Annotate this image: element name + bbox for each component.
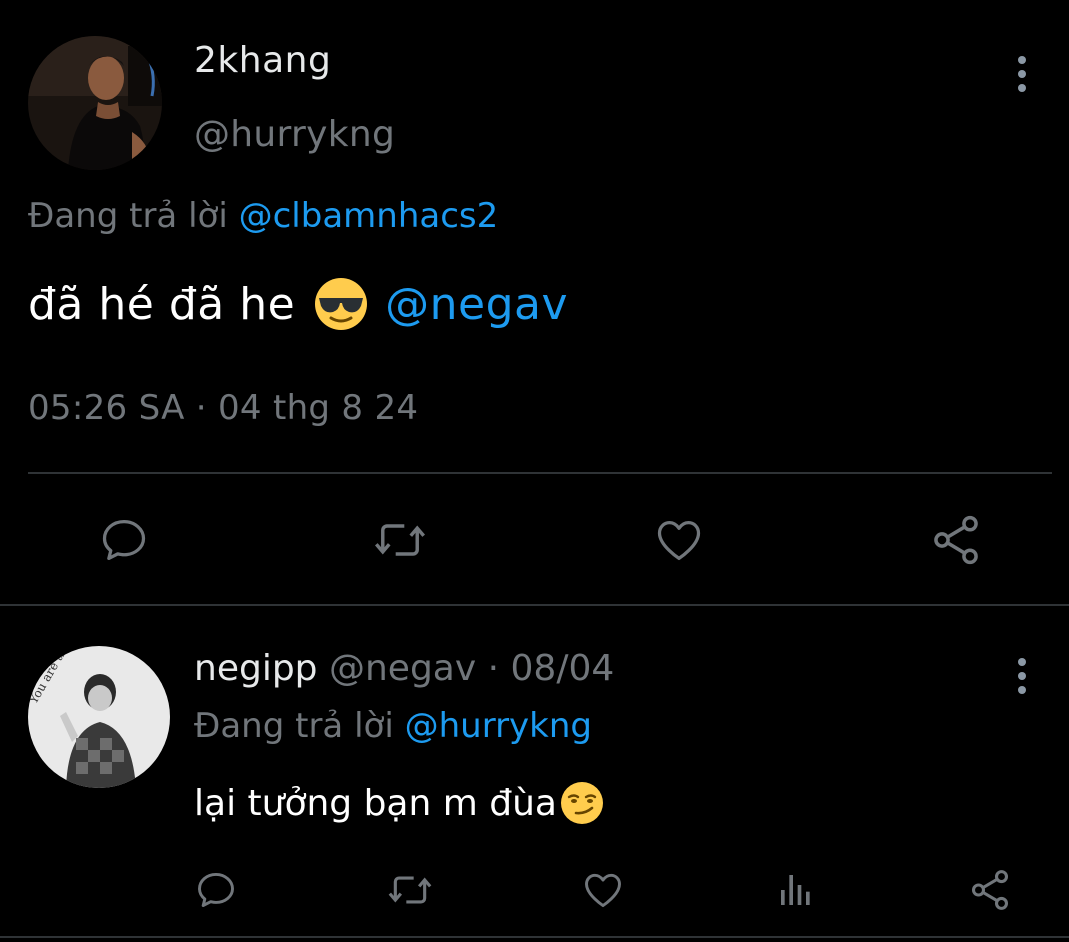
share-button[interactable]: [966, 866, 1014, 914]
share-icon: [934, 515, 978, 565]
separator: ·: [476, 648, 511, 689]
replying-prefix: Đang trả lời: [194, 706, 394, 746]
like-button[interactable]: [651, 512, 707, 568]
display-name[interactable]: negipp: [194, 648, 318, 689]
share-button[interactable]: [928, 512, 984, 568]
tweet-thread: 2khang @hurrykng Đang trả lời @clbamnhac…: [0, 0, 1069, 942]
avatar[interactable]: [28, 36, 162, 170]
more-vertical-icon: [1018, 658, 1026, 694]
sunglasses-emoji-icon: [315, 278, 368, 330]
divider: [0, 936, 1069, 938]
retweet-icon: [388, 876, 432, 904]
replying-prefix: Đang trả lời: [28, 196, 228, 236]
display-name[interactable]: 2khang: [194, 40, 331, 81]
tweet-body: lại tưởng bạn m đùa: [194, 782, 557, 824]
divider: [0, 604, 1069, 606]
replying-to: Đang trả lời @hurrykng: [194, 706, 592, 746]
views-icon: [781, 875, 810, 905]
reply-button[interactable]: [96, 512, 152, 568]
tweet-body: đã hé đã he: [28, 278, 296, 330]
tweet-text: lại tưởng bạn m đùa: [194, 780, 605, 826]
heart-icon: [657, 521, 701, 561]
reply-icon: [198, 872, 234, 908]
more-options-button[interactable]: [1007, 54, 1037, 94]
reply-icon: [102, 519, 146, 561]
reply-button[interactable]: [192, 866, 240, 914]
retweet-button[interactable]: [372, 512, 428, 568]
avatar[interactable]: You are the apple of: [28, 646, 170, 788]
post-date[interactable]: 08/04: [511, 648, 615, 689]
divider: [28, 472, 1052, 474]
tweet-text: đã hé đã he @negav: [28, 276, 568, 332]
like-button[interactable]: [579, 866, 627, 914]
more-vertical-icon: [1018, 56, 1026, 92]
replying-to: Đang trả lời @clbamnhacs2: [28, 196, 498, 236]
smirk-emoji-icon: [561, 782, 603, 824]
heart-icon: [585, 873, 621, 908]
replying-to-link[interactable]: @hurrykng: [405, 706, 592, 746]
timestamp[interactable]: 05:26 SA · 04 thg 8 24: [28, 388, 418, 428]
reply-header: negipp @negav · 08/04: [194, 648, 614, 689]
more-options-button[interactable]: [1007, 656, 1037, 696]
retweet-icon: [374, 524, 426, 556]
user-handle[interactable]: @hurrykng: [194, 114, 395, 155]
views-button[interactable]: [772, 866, 820, 914]
retweet-button[interactable]: [386, 866, 434, 914]
replying-to-link[interactable]: @clbamnhacs2: [239, 196, 499, 236]
user-handle[interactable]: @negav: [329, 648, 476, 689]
mention-link[interactable]: @negav: [385, 279, 568, 330]
share-icon: [971, 870, 1009, 910]
